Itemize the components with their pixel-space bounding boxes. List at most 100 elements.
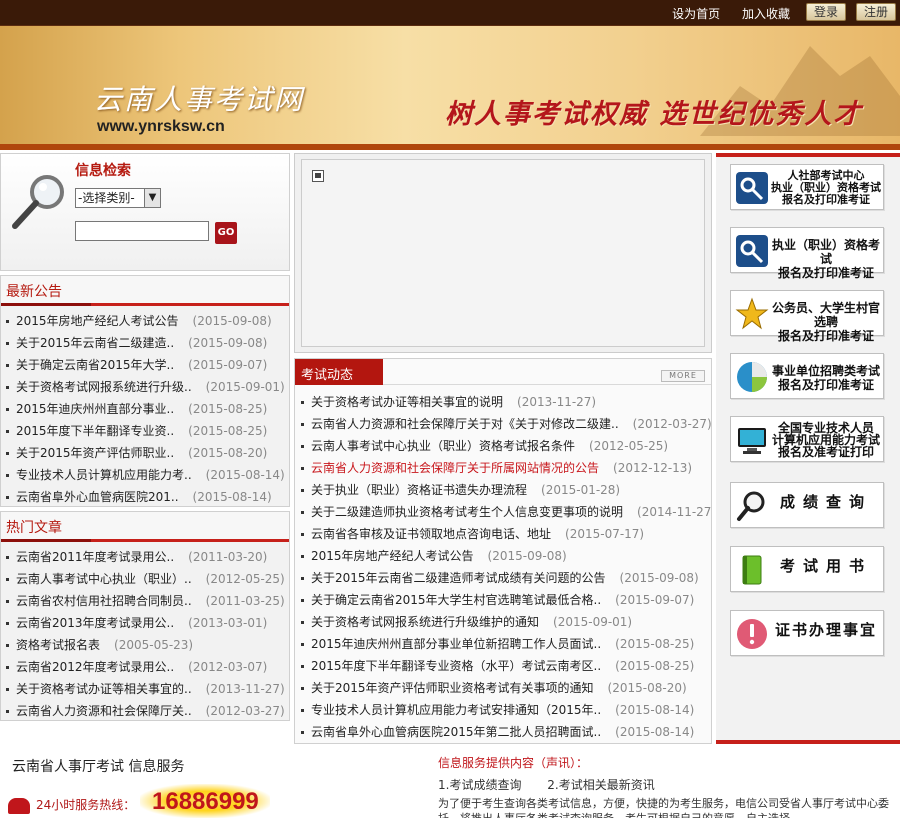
- list-item-title[interactable]: 关于资格考试办证等相关事宜的说明: [311, 395, 503, 409]
- list-item-title[interactable]: 关于资格考试网报系统进行升级..: [16, 380, 192, 394]
- list-item-title[interactable]: 2015年房地产经纪人考试公告: [311, 549, 474, 563]
- set-homepage-link[interactable]: 设为首页: [672, 7, 720, 21]
- list-item-title[interactable]: 云南人事考试中心执业（职业）资格考试报名条件: [311, 439, 575, 453]
- list-item[interactable]: 云南省阜外心血管病医院201.. (2015-08-14): [6, 486, 289, 508]
- list-item-title[interactable]: 云南省农村信用社招聘合同制员..: [16, 594, 192, 608]
- list-item-title[interactable]: 关于执业（职业）资格证书遗失办理流程: [311, 483, 527, 497]
- hotline-number: 16886999: [152, 788, 259, 815]
- list-item-title[interactable]: 2015年迪庆州州直部分事业单位新招聘工作人员面试..: [311, 637, 601, 651]
- footer-title: 云南省人事厅考试 信息服务: [12, 759, 185, 775]
- list-item-date: (2015-08-25): [188, 402, 268, 416]
- list-item[interactable]: 云南省各审核及证书领取地点咨询电话、地址 (2015-07-17): [301, 523, 711, 545]
- list-item-title[interactable]: 关于2015年云南省二级建造师考试成绩有关问题的公告: [311, 571, 606, 585]
- civil-servant-button[interactable]: 公务员、大学生村官选聘 报名及打印准考证: [730, 290, 884, 343]
- list-item-title[interactable]: 关于确定云南省2015年大学..: [16, 358, 174, 372]
- list-item[interactable]: 云南省人力资源和社会保障厅关于对《关于对修改二级建.. (2012-03-27): [301, 413, 711, 435]
- list-item[interactable]: 资格考试报名表 (2005-05-23): [6, 634, 289, 656]
- label-line: 报名及打印准考证: [777, 329, 874, 343]
- list-item[interactable]: 云南省2013年度考试录用公.. (2013-03-01): [6, 612, 289, 634]
- add-favorite-link[interactable]: 加入收藏: [742, 7, 790, 21]
- announcements-box: 最新公告 2015年房地产经纪人考试公告 (2015-09-08) 关于2015年云…: [0, 275, 290, 507]
- hot-articles-list: 云南省2011年度考试录用公.. (2011-03-20) 云南人事考试中心执业（职…: [1, 542, 289, 722]
- list-item-title[interactable]: 云南省2012年度考试录用公..: [16, 660, 174, 674]
- bullet-icon: [6, 342, 9, 345]
- info-link[interactable]: 2.考试相关最新资讯: [547, 778, 654, 792]
- magnifier-icon: [12, 175, 64, 229]
- list-item-title[interactable]: 关于2015年资产评估师职业资格考试有关事项的通知: [311, 681, 594, 695]
- list-item[interactable]: 云南省人力资源和社会保障厅关.. (2012-03-27): [6, 700, 289, 722]
- mohrss-exam-button[interactable]: 人社部考试中心 执业（职业）资格考试 报名及打印准考证: [730, 164, 884, 210]
- search-input[interactable]: [75, 221, 209, 241]
- list-item-title[interactable]: 云南人事考试中心执业（职业）..: [16, 572, 192, 586]
- list-item[interactable]: 云南省2012年度考试录用公.. (2012-03-07): [6, 656, 289, 678]
- exam-books-button[interactable]: 考试用书: [730, 546, 884, 592]
- bullet-icon: [6, 496, 9, 499]
- list-item-date: (2015-09-08): [619, 571, 699, 585]
- label-line: 公务员、大学生村官选聘: [771, 301, 880, 329]
- hotline: 24小时服务热线：: [8, 796, 135, 814]
- list-item[interactable]: 关于2015年资产评估师职业.. (2015-08-20): [6, 442, 289, 464]
- list-item-title[interactable]: 云南省各审核及证书领取地点咨询电话、地址: [311, 527, 551, 541]
- list-item[interactable]: 关于执业（职业）资格证书遗失办理流程 (2015-01-28): [301, 479, 711, 501]
- list-item-title[interactable]: 云南省人力资源和社会保障厅关..: [16, 704, 192, 718]
- bullet-icon: [301, 577, 304, 580]
- list-item[interactable]: 云南人事考试中心执业（职业）资格考试报名条件 (2012-05-25): [301, 435, 711, 457]
- more-button[interactable]: MORE: [661, 370, 705, 382]
- list-item[interactable]: 关于确定云南省2015年大学.. (2015-09-07): [6, 354, 289, 376]
- certificate-affairs-button[interactable]: 证书办理事宜: [730, 610, 884, 656]
- computer-skills-exam-button[interactable]: 全国专业技术人员 计算机应用能力考试 报名及准考证打印: [730, 416, 884, 462]
- info-link[interactable]: 1.考试成绩查询: [438, 778, 521, 792]
- list-item-title[interactable]: 关于2015年云南省二级建造..: [16, 336, 174, 350]
- list-item-title[interactable]: 云南省2013年度考试录用公..: [16, 616, 174, 630]
- list-item[interactable]: 关于资格考试网报系统进行升级.. (2015-09-01): [6, 376, 289, 398]
- list-item-title[interactable]: 关于资格考试网报系统进行升级维护的通知: [311, 615, 539, 629]
- list-item-title[interactable]: 专业技术人员计算机应用能力考试安排通知（2015年..: [311, 703, 601, 717]
- list-item[interactable]: 关于2015年资产评估师职业资格考试有关事项的通知 (2015-08-20): [301, 677, 711, 699]
- list-item[interactable]: 云南省人力资源和社会保障厅关于所属网站情况的公告 (2012-12-13): [301, 457, 711, 479]
- list-item-title[interactable]: 云南省阜外心血管病医院2015年第二批人员招聘面试..: [311, 725, 601, 739]
- list-item[interactable]: 2015年迪庆州州直部分事业单位新招聘工作人员面试.. (2015-08-25): [301, 633, 711, 655]
- list-item[interactable]: 关于资格考试办证等相关事宜的.. (2013-11-27): [6, 678, 289, 700]
- list-item-title[interactable]: 关于资格考试办证等相关事宜的..: [16, 682, 192, 696]
- list-item-title[interactable]: 资格考试报名表: [16, 638, 100, 652]
- list-item[interactable]: 关于2015年云南省二级建造师考试成绩有关问题的公告 (2015-09-08): [301, 567, 711, 589]
- list-item[interactable]: 关于二级建造师执业资格考试考生个人信息变更事项的说明 (2014-11-27): [301, 501, 711, 523]
- search-go-button[interactable]: GO: [215, 222, 237, 244]
- list-item[interactable]: 2015年度下半年翻译专业资格（水平）考试云南考区.. (2015-08-25): [301, 655, 711, 677]
- list-item[interactable]: 关于资格考试网报系统进行升级维护的通知 (2015-09-01): [301, 611, 711, 633]
- list-item-title[interactable]: 关于2015年资产评估师职业..: [16, 446, 174, 460]
- list-item[interactable]: 关于确定云南省2015年大学生村官选聘笔试最低合格.. (2015-09-07): [301, 589, 711, 611]
- list-item-title[interactable]: 云南省阜外心血管病医院201..: [16, 490, 179, 504]
- list-item-title[interactable]: 关于二级建造师执业资格考试考生个人信息变更事项的说明: [311, 505, 623, 519]
- list-item-title[interactable]: 云南省2011年度考试录用公..: [16, 550, 174, 564]
- list-item-title[interactable]: 专业技术人员计算机应用能力考..: [16, 468, 192, 482]
- list-item[interactable]: 专业技术人员计算机应用能力考.. (2015-08-14): [6, 464, 289, 486]
- list-item-title[interactable]: 云南省人力资源和社会保障厅关于对《关于对修改二级建..: [311, 417, 619, 431]
- list-item[interactable]: 2015年迪庆州州直部分事业.. (2015-08-25): [6, 398, 289, 420]
- category-select[interactable]: -选择类别- ▼: [75, 188, 161, 208]
- list-item[interactable]: 云南人事考试中心执业（职业）.. (2012-05-25): [6, 568, 289, 590]
- list-item-title[interactable]: 2015年度下半年翻译专业资..: [16, 424, 174, 438]
- list-item[interactable]: 2015年房地产经纪人考试公告 (2015-09-08): [301, 545, 711, 567]
- public-institution-button[interactable]: 事业单位招聘类考试 报名及打印准考证: [730, 353, 884, 399]
- list-item[interactable]: 2015年度下半年翻译专业资.. (2015-08-25): [6, 420, 289, 442]
- list-item-title[interactable]: 2015年迪庆州州直部分事业..: [16, 402, 174, 416]
- list-item[interactable]: 云南省阜外心血管病医院2015年第二批人员招聘面试.. (2015-08-14): [301, 721, 711, 743]
- list-item-title[interactable]: 云南省人力资源和社会保障厅关于所属网站情况的公告: [311, 461, 599, 475]
- list-item[interactable]: 关于2015年云南省二级建造.. (2015-09-08): [6, 332, 289, 354]
- professional-qualification-button[interactable]: 执业（职业）资格考试 报名及打印准考证: [730, 227, 884, 280]
- list-item-title[interactable]: 关于确定云南省2015年大学生村官选聘笔试最低合格..: [311, 593, 601, 607]
- register-button[interactable]: 注册: [856, 3, 896, 21]
- list-item-date: (2012-03-27): [632, 417, 711, 431]
- list-item[interactable]: 云南省2011年度考试录用公.. (2011-03-20): [6, 546, 289, 568]
- score-query-button[interactable]: 成绩查询: [730, 482, 884, 528]
- list-item[interactable]: 云南省农村信用社招聘合同制员.. (2011-03-25): [6, 590, 289, 612]
- list-item[interactable]: 专业技术人员计算机应用能力考试安排通知（2015年.. (2015-08-14): [301, 699, 711, 721]
- list-item-title[interactable]: 2015年房地产经纪人考试公告: [16, 314, 179, 328]
- bullet-icon: [6, 622, 9, 625]
- list-item[interactable]: 2015年房地产经纪人考试公告 (2015-09-08): [6, 310, 289, 332]
- list-item-title[interactable]: 2015年度下半年翻译专业资格（水平）考试云南考区..: [311, 659, 601, 673]
- list-item[interactable]: 关于资格考试办证等相关事宜的说明 (2013-11-27): [301, 391, 711, 413]
- exam-news-tab[interactable]: 考试动态: [295, 359, 383, 385]
- login-button[interactable]: 登录: [806, 3, 846, 21]
